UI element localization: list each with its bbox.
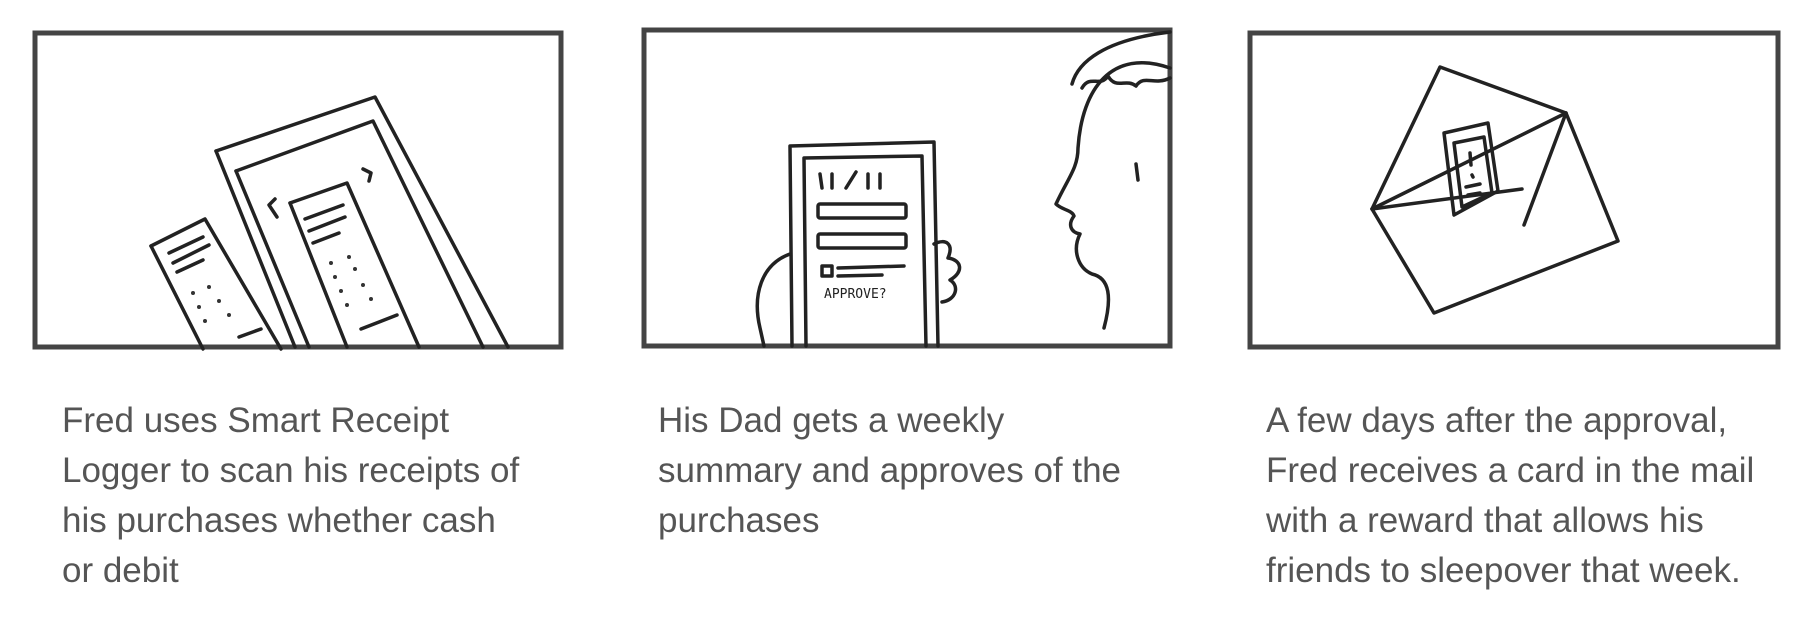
envelope-card-icon bbox=[1247, 30, 1781, 350]
storyboard-panel-1: Fred uses Smart Receipt Logger to scan h… bbox=[0, 0, 564, 628]
storyboard-panel-3: A few days after the approval, Fred rece… bbox=[1216, 0, 1781, 628]
panel-2-frame: APPROVE? bbox=[641, 27, 1173, 349]
panel-2-caption: His Dad gets a weekly summary and approv… bbox=[658, 401, 1122, 540]
approve-screen-text: APPROVE? bbox=[824, 287, 887, 302]
panel-3-frame bbox=[1247, 30, 1781, 350]
phone-approve-icon: APPROVE? bbox=[641, 27, 1173, 349]
panel-3-caption: A few days after the approval, Fred rece… bbox=[1266, 401, 1755, 590]
receipts-icon bbox=[32, 30, 564, 351]
panel-1-caption: Fred uses Smart Receipt Logger to scan h… bbox=[62, 401, 520, 590]
storyboard-panel-2: APPROVE? His Dad gets a weekly summary a… bbox=[610, 0, 1173, 628]
panel-1-frame bbox=[32, 30, 564, 351]
